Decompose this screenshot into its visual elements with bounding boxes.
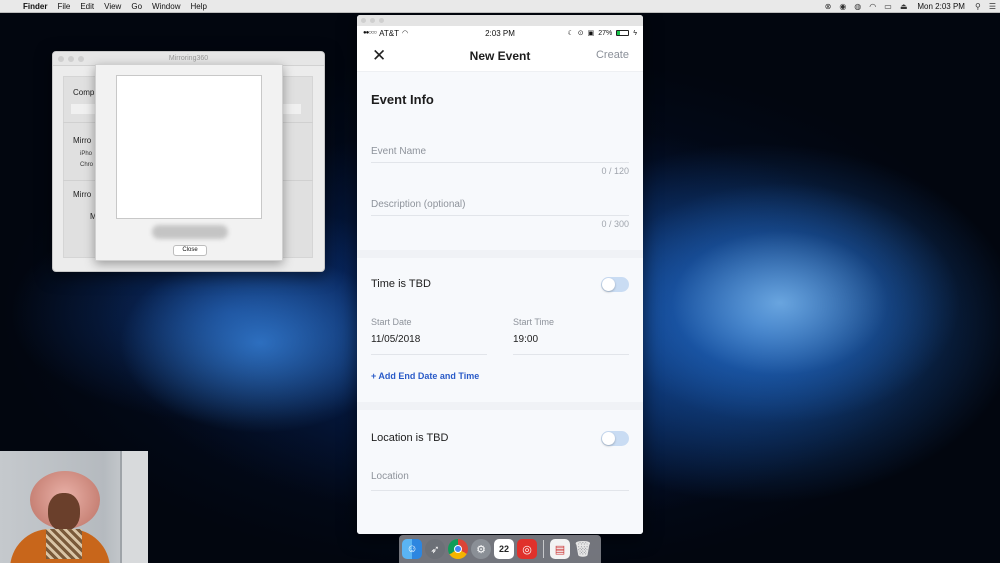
menu-bar: Finder File Edit View Go Window Help ⊗ ◉… [0, 0, 1000, 13]
start-date-field[interactable]: 11/05/2018 [371, 334, 420, 345]
mirroring-label: Mirro [73, 136, 92, 145]
start-date-label: Start Date [371, 317, 412, 327]
notification-center-icon[interactable]: ☰ [985, 2, 1000, 11]
window-minimize-button[interactable] [68, 56, 74, 62]
navigation-bar: ✕ New Event Create [357, 40, 643, 72]
close-button[interactable]: Close [173, 245, 207, 256]
iphone-label: iPho [80, 151, 93, 157]
window-zoom-button[interactable] [78, 56, 84, 62]
chrome-label: Chro [80, 162, 94, 168]
iphone-window-titlebar[interactable] [357, 15, 643, 26]
start-date-underline [371, 354, 487, 355]
finder-icon[interactable]: ☺ [402, 539, 422, 559]
start-time-underline [513, 354, 629, 355]
description-counter: 0 / 300 [601, 219, 629, 229]
trash-icon[interactable]: 🗑 [573, 539, 593, 559]
menu-clock[interactable]: Mon 2:03 PM [911, 2, 971, 11]
presenter-face [48, 493, 80, 531]
create-button[interactable]: Create [596, 49, 629, 61]
toggle-knob [602, 278, 615, 291]
airplay-icon[interactable]: ▭ [880, 2, 896, 11]
wifi-icon[interactable]: ◠ [865, 2, 880, 11]
menu-finder[interactable]: Finder [18, 2, 52, 11]
search-icon[interactable]: ⚲ [971, 2, 985, 11]
event-name-underline [371, 162, 629, 163]
blurred-code-text [152, 225, 228, 239]
globe-icon[interactable]: ◍ [850, 2, 865, 11]
qr-code-image [116, 75, 262, 219]
section-divider [357, 250, 643, 258]
window-minimize-button[interactable] [370, 18, 375, 23]
toggle-knob [602, 432, 615, 445]
rotation-lock-icon: ⊙ [577, 30, 584, 37]
cell-signal-icon: ●●○○○ [363, 30, 377, 36]
description-underline [371, 215, 629, 216]
start-time-label: Start Time [513, 317, 555, 327]
window-controls [361, 18, 384, 23]
time-tbd-toggle[interactable] [601, 277, 629, 292]
carrier-label: AT&T [379, 28, 399, 38]
menu-view[interactable]: View [99, 2, 126, 11]
menu-go[interactable]: Go [126, 2, 147, 11]
description-input[interactable]: Description (optional) [371, 199, 466, 210]
launchpad-icon[interactable]: ➶ [425, 539, 445, 559]
location-tbd-label: Location is TBD [371, 432, 449, 444]
window-close-button[interactable] [58, 56, 64, 62]
do-not-disturb-icon: ☾ [567, 30, 574, 37]
charging-icon: ϟ [633, 29, 637, 37]
ios-status-bar: ●●○○○ AT&T ◠ 2:03 PM ☾ ⊙ ▣ 27% ϟ [357, 26, 643, 40]
screen-record-icon[interactable]: ◉ [835, 2, 850, 11]
calendar-icon[interactable]: 22 [494, 539, 514, 559]
eject-icon[interactable]: ⏏ [896, 2, 912, 11]
system-preferences-icon[interactable]: ⚙ [471, 539, 491, 559]
iphone-mirror-window: ●●○○○ AT&T ◠ 2:03 PM ☾ ⊙ ▣ 27% ϟ ✕ New E… [357, 15, 643, 534]
presenter-scarf [46, 529, 82, 559]
mirroring360-icon[interactable]: ◎ [517, 539, 537, 559]
menu-edit[interactable]: Edit [75, 2, 99, 11]
menu-window[interactable]: Window [147, 2, 185, 11]
wifi-icon: ◠ [401, 30, 409, 37]
mirroring-label-2: Mirro [73, 190, 92, 199]
chrome-icon[interactable] [448, 539, 468, 559]
add-end-date-time-link[interactable]: + Add End Date and Time [371, 371, 479, 381]
dock-separator [543, 540, 544, 558]
status-right-group: ☾ ⊙ ▣ 27% ϟ [567, 29, 637, 38]
location-underline [371, 490, 629, 491]
time-tbd-label: Time is TBD [371, 278, 431, 290]
event-form: Event Info Event Name 0 / 120 Descriptio… [357, 72, 643, 534]
location-tbd-toggle[interactable] [601, 431, 629, 446]
qr-code-sheet: Close [95, 64, 283, 261]
location-input[interactable]: Location [371, 471, 409, 482]
window-zoom-button[interactable] [379, 18, 384, 23]
event-name-input[interactable]: Event Name [371, 146, 426, 157]
window-close-button[interactable] [361, 18, 366, 23]
computer-name-label: Comp [73, 88, 95, 97]
webcam-door [120, 451, 148, 563]
dock: ☺ ➶ ⚙ 22 ◎ ▤ 🗑 [399, 535, 601, 563]
section-divider [357, 402, 643, 410]
screen-mirroring-icon: ▣ [587, 30, 595, 37]
start-time-field[interactable]: 19:00 [513, 334, 538, 345]
section-title: Event Info [371, 92, 434, 107]
preview-icon[interactable]: ▤ [550, 539, 570, 559]
webcam-overlay [0, 451, 148, 563]
window-controls [58, 56, 84, 62]
battery-percent: 27% [598, 29, 613, 37]
menu-help[interactable]: Help [185, 2, 211, 11]
battery-icon [616, 30, 630, 36]
binoculars-icon[interactable]: ⊗ [821, 2, 836, 11]
window-title: Mirroring360 [168, 55, 209, 62]
menu-file[interactable]: File [52, 2, 75, 11]
event-name-counter: 0 / 120 [601, 166, 629, 176]
